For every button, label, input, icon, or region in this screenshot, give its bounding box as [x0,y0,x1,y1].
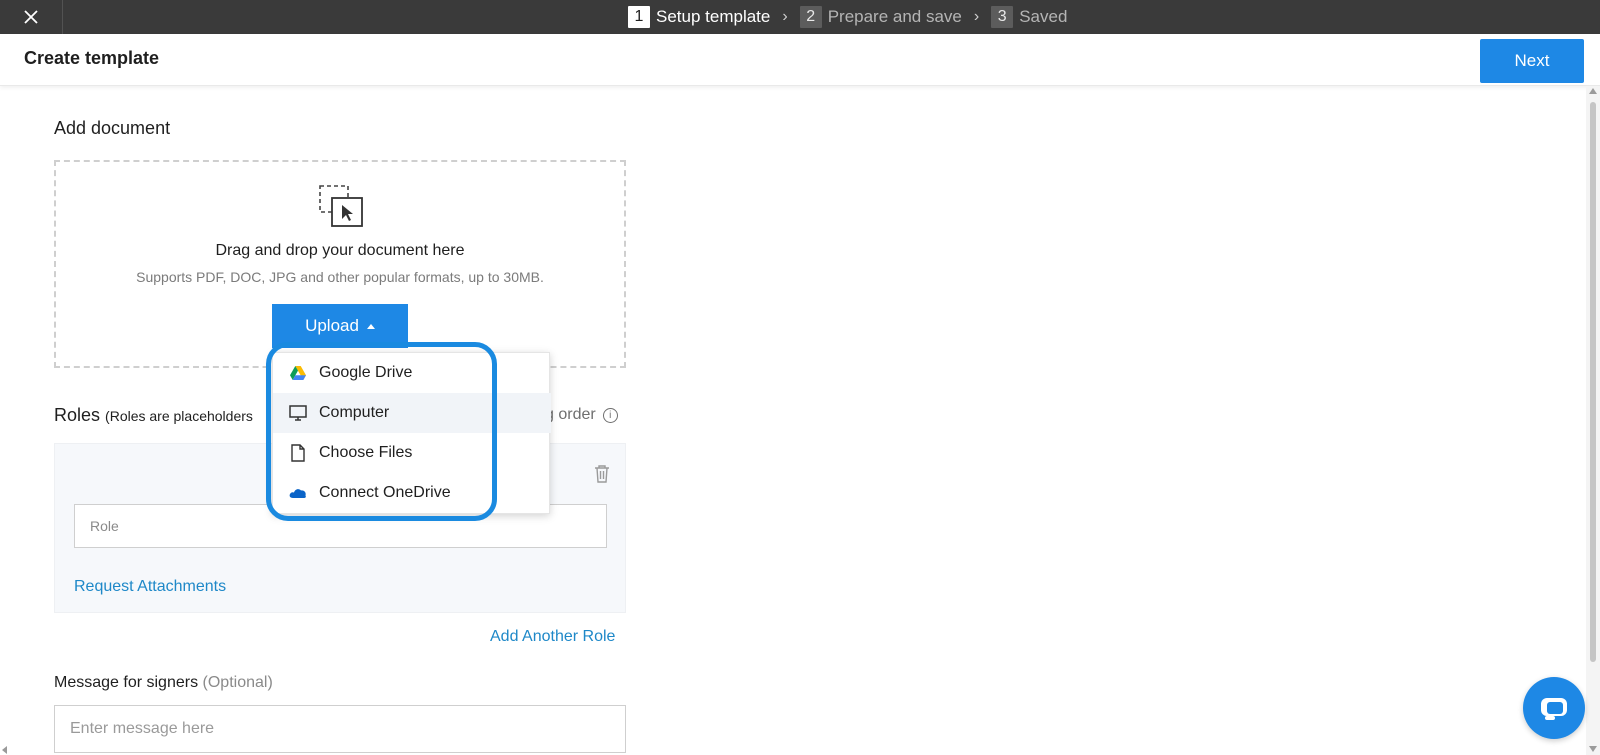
vertical-scrollbar[interactable] [1586,86,1600,755]
dropzone-title: Drag and drop your document here [215,242,465,259]
optional-label: (Optional) [202,674,273,691]
step-number: 1 [628,6,650,28]
request-attachments-link[interactable]: Request Attachments [74,578,226,596]
scroll-left-icon[interactable] [2,746,7,754]
menu-item-google-drive[interactable]: Google Drive [273,353,551,393]
step-number: 2 [799,6,822,28]
roles-heading: Roles (Roles are placeholders [54,405,253,426]
menu-item-label: Choose Files [319,444,413,461]
google-drive-icon [289,364,307,382]
menu-item-computer[interactable]: Computer [273,393,551,433]
close-icon [24,10,38,24]
signing-order-toggle[interactable]: g order i [545,406,618,424]
add-document-label: Add document [54,118,171,138]
message-input[interactable] [54,705,626,753]
step-label: Setup template [656,7,771,26]
step-label: Prepare and save [827,7,962,26]
file-icon [289,444,307,462]
scroll-down-icon[interactable] [1589,746,1597,752]
step-label: Saved [1019,7,1068,26]
menu-item-label: Google Drive [319,364,413,381]
scrollbar-thumb[interactable] [1590,102,1596,662]
add-another-role-link[interactable]: Add Another Role [490,628,615,646]
info-icon[interactable]: i [602,407,618,423]
chevron-right-icon: › [973,8,980,25]
page-title: Create template [24,48,160,68]
message-label: Message for signers (Optional) [54,674,273,692]
chevron-right-icon: › [782,8,788,25]
dropzone-subtitle: Supports PDF, DOC, JPG and other popular… [136,269,544,285]
chat-icon [1541,698,1567,720]
menu-item-label: Computer [319,404,390,421]
next-button[interactable]: Next [1480,39,1584,83]
step-saved: 3 Saved [991,6,1067,28]
step-number: 3 [991,6,1014,28]
signing-order-label: g order [545,406,596,423]
message-label-text: Message for signers [54,674,199,691]
page-header: Create template Next [0,34,1600,86]
scroll-up-icon[interactable] [1589,88,1597,94]
roles-label: Roles [54,405,101,425]
close-button[interactable] [0,0,63,34]
upload-button[interactable]: Upload [272,304,408,348]
trash-icon[interactable] [593,464,611,484]
onedrive-icon [289,484,307,502]
roles-hint: (Roles are placeholders [105,408,253,424]
step-bar: 1 Setup template › 2 Prepare and save › … [0,0,1600,34]
chat-support-button[interactable] [1523,677,1585,739]
step-setup-template: 1 Setup template [628,6,770,28]
upload-button-label: Upload [305,316,359,335]
drag-drop-icon [319,185,363,227]
upload-menu: Google Drive Computer Choose Files Conne… [272,352,551,514]
menu-item-label: Connect OneDrive [319,484,451,501]
step-prepare-and-save: 2 Prepare and save [799,6,962,28]
caret-up-icon [366,323,375,329]
menu-item-choose-files[interactable]: Choose Files [273,433,551,473]
computer-icon [289,404,307,422]
menu-item-connect-onedrive[interactable]: Connect OneDrive [273,473,551,513]
wizard-steps: 1 Setup template › 2 Prepare and save › … [628,0,1067,34]
